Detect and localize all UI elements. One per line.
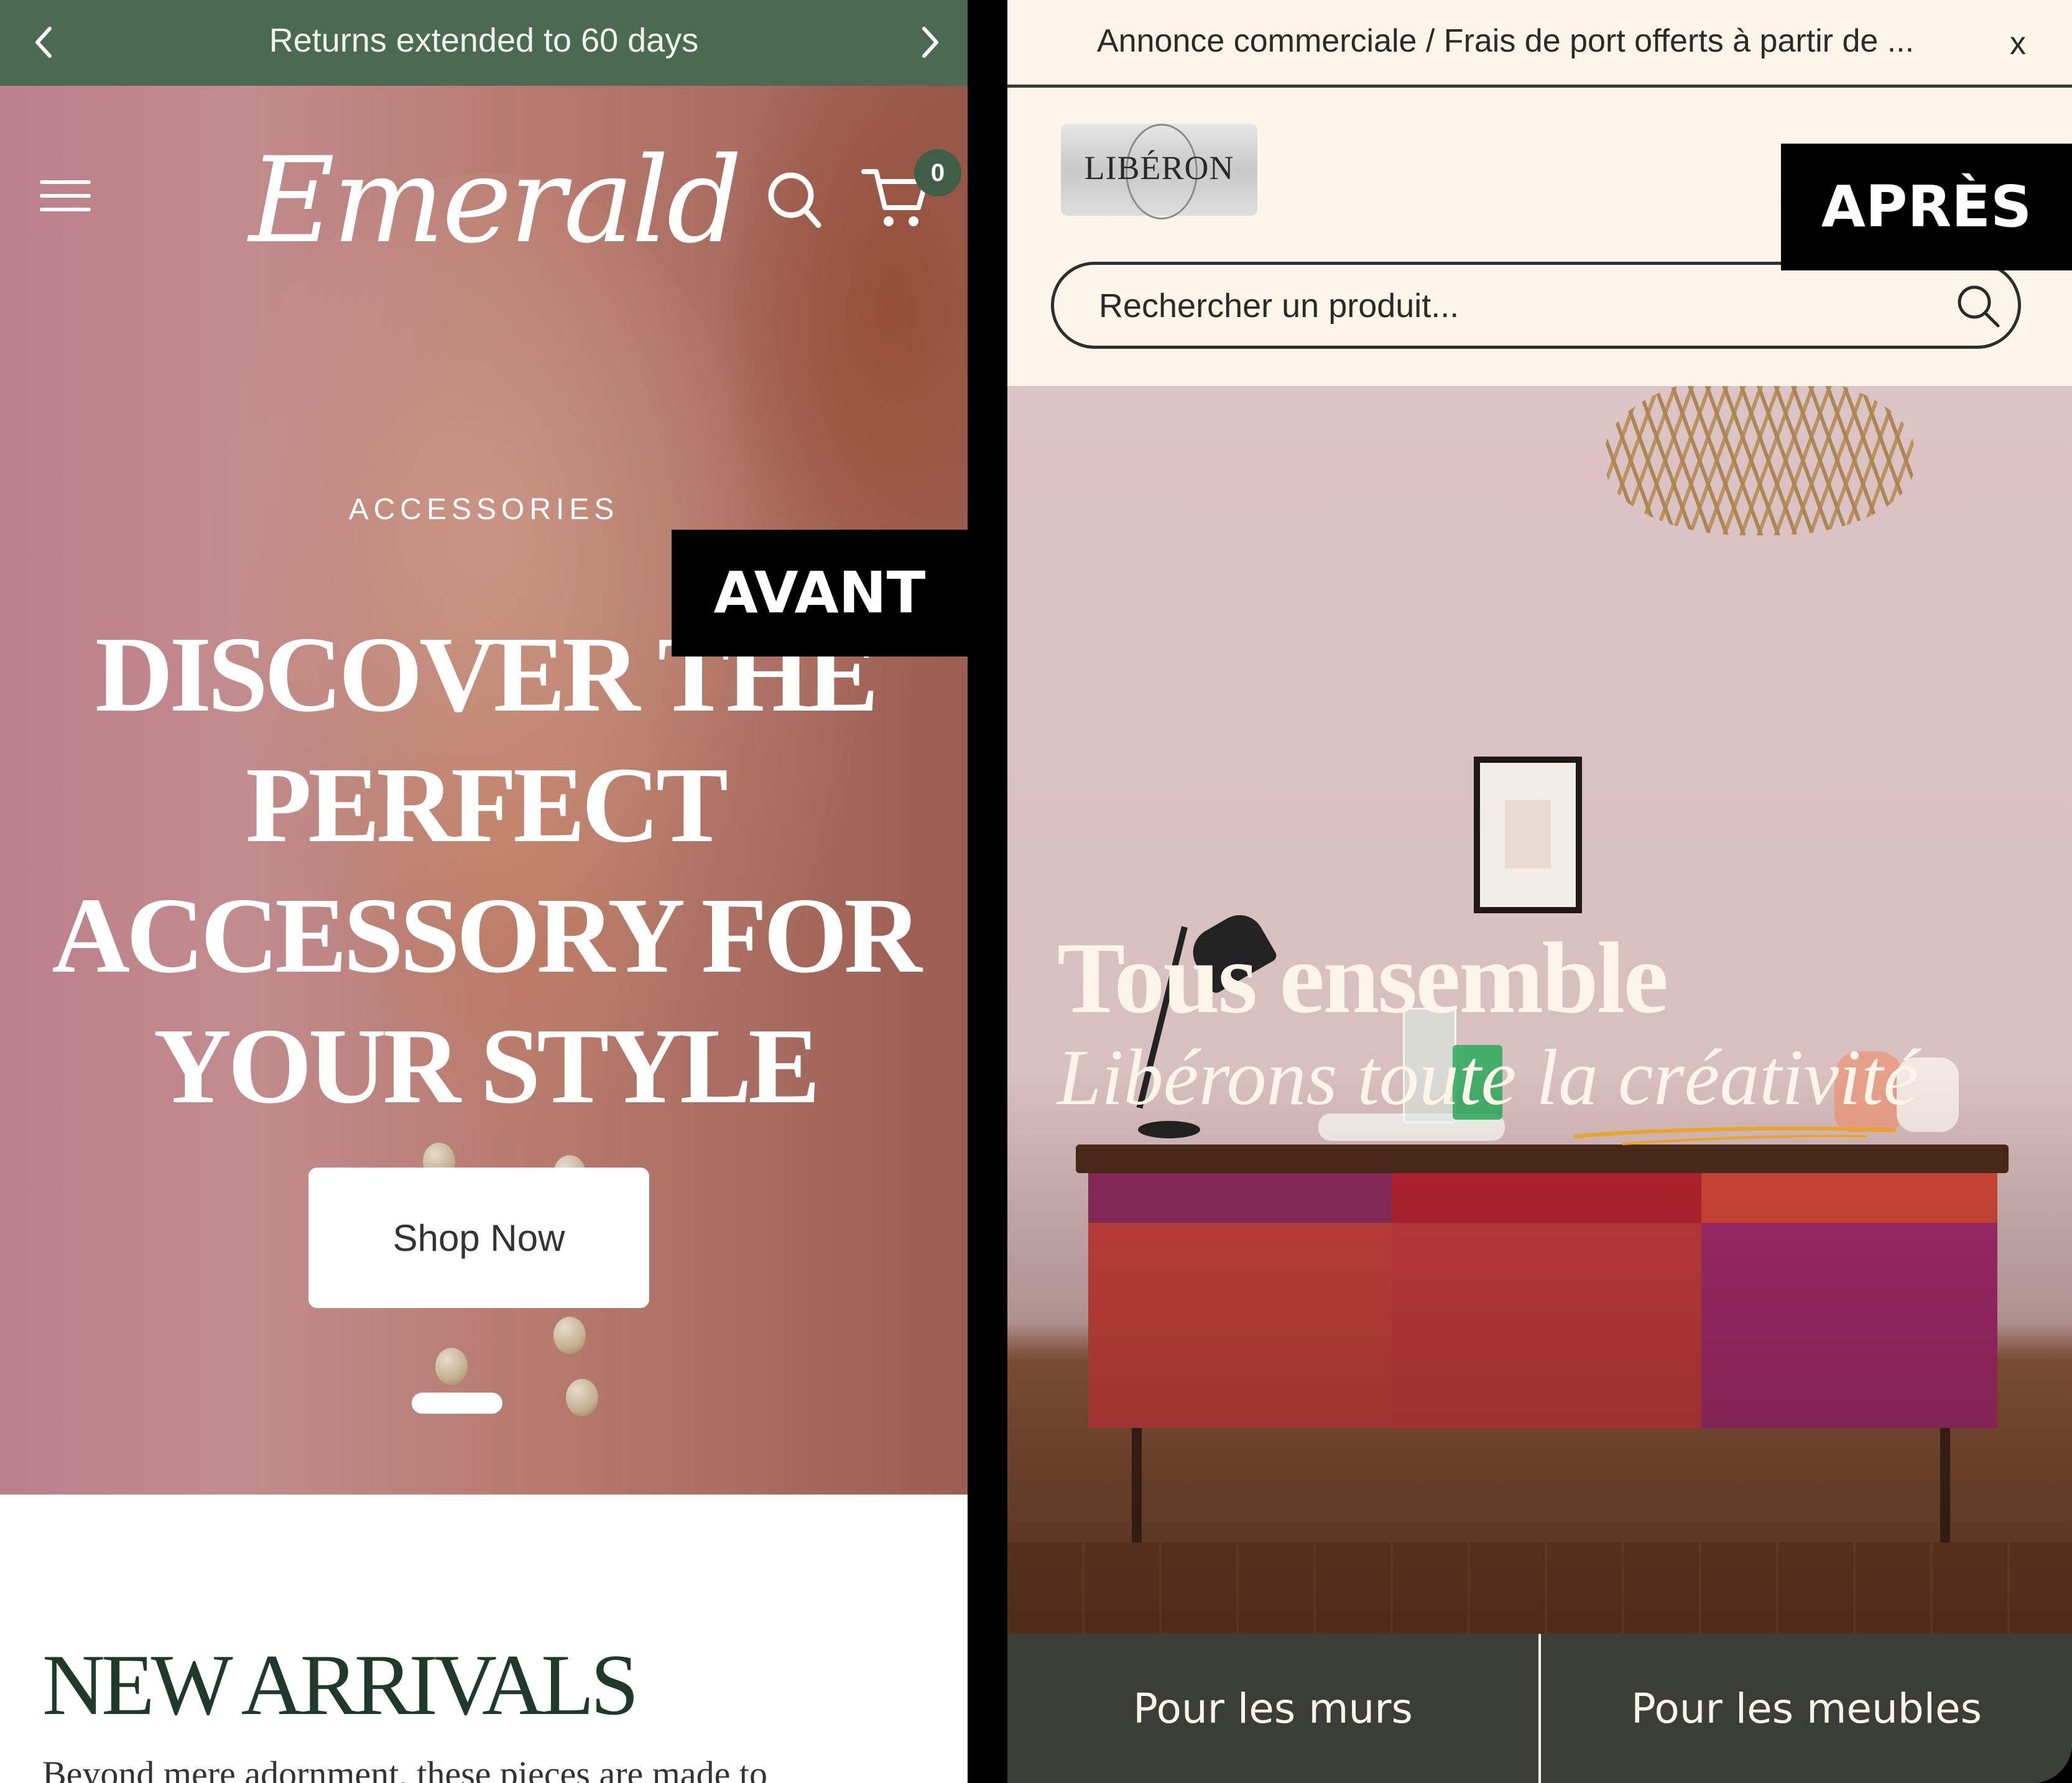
- tab-furniture[interactable]: Pour les meubles: [1541, 1634, 2072, 1783]
- cart-count-badge: 0: [914, 149, 961, 196]
- hero-headline-line: ACCESSORY FOR: [52, 875, 922, 995]
- chevron-right-icon[interactable]: [918, 25, 943, 60]
- hero-eyebrow: ACCESSORIES: [348, 493, 619, 526]
- shop-now-button[interactable]: Shop Now: [308, 1168, 649, 1308]
- before-panel: Returns extended to 60 days Emerald 0 AC…: [0, 0, 968, 1783]
- search-field[interactable]: [1051, 262, 2021, 349]
- announcement-bar: Annonce commerciale / Frais de port offe…: [1007, 0, 2072, 88]
- search-icon[interactable]: [766, 168, 822, 230]
- after-panel: Annonce commerciale / Frais de port offe…: [1007, 0, 2072, 1783]
- brand-logo[interactable]: Emerald: [249, 132, 742, 269]
- section-description: Beyond mere adornment, these pieces are …: [42, 1754, 767, 1783]
- underline-decoration: [1574, 1126, 1896, 1145]
- panel-divider: [968, 0, 1007, 1783]
- after-label: APRÈS: [1781, 144, 2072, 270]
- close-icon[interactable]: x: [2010, 25, 2026, 62]
- hero-headline-line: PERFECT: [245, 745, 728, 865]
- before-label: AVANT: [672, 530, 968, 657]
- announcement-text: Returns extended to 60 days: [269, 22, 699, 59]
- menu-icon[interactable]: [40, 180, 91, 213]
- brand-logo[interactable]: LIBÉRON: [1061, 124, 1257, 219]
- hero-headline: DISCOVER THE PERFECT ACCESSORY FOR YOUR …: [37, 609, 933, 1131]
- tab-walls[interactable]: Pour les murs: [1007, 1634, 1538, 1783]
- hero-subheadline: Libérons toute la créativité: [1057, 1033, 1919, 1122]
- hero-headline-line: YOUR STYLE: [153, 1006, 820, 1126]
- hero-headline: Tous ensemble: [1057, 922, 1668, 1034]
- slider-indicator[interactable]: [412, 1393, 502, 1414]
- announcement-text[interactable]: Annonce commerciale / Frais de port offe…: [1097, 22, 1914, 60]
- search-input[interactable]: [1098, 265, 1921, 347]
- category-tabs: Pour les murs Pour les meubles: [1007, 1634, 2072, 1783]
- search-icon[interactable]: [1956, 283, 2000, 328]
- announcement-bar: Returns extended to 60 days: [0, 0, 968, 86]
- logo-text: LIBÉRON: [1084, 149, 1234, 187]
- section-title: NEW ARRIVALS: [42, 1637, 639, 1733]
